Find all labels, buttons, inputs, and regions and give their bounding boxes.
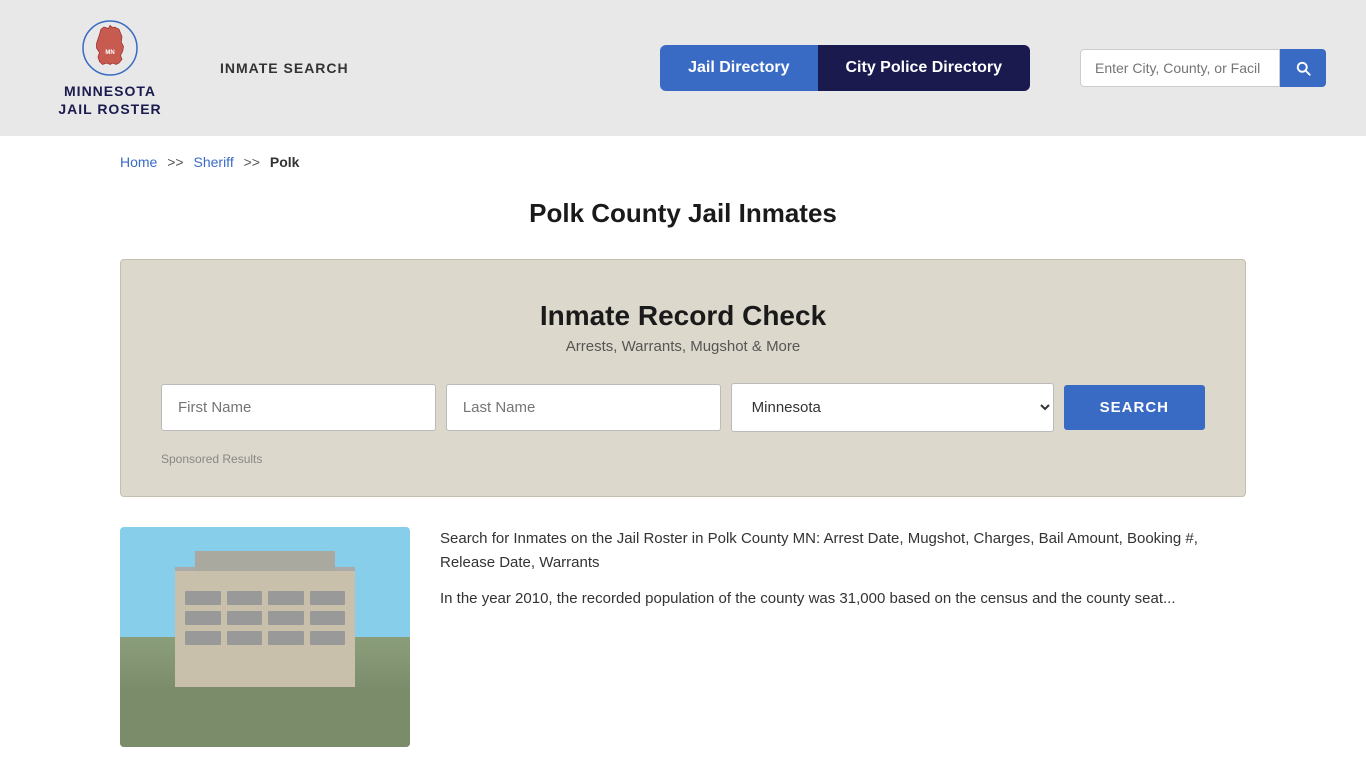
inmate-search-link[interactable]: INMATE SEARCH <box>220 60 349 76</box>
breadcrumb-sheriff[interactable]: Sheriff <box>194 154 234 170</box>
building <box>175 567 355 687</box>
ground <box>120 687 410 747</box>
header-search-button[interactable] <box>1280 49 1326 87</box>
record-check-search-button[interactable]: SEARCH <box>1064 385 1205 430</box>
jail-directory-button[interactable]: Jail Directory <box>660 45 817 91</box>
state-select[interactable]: AlabamaAlaskaArizonaArkansasCaliforniaCo… <box>731 383 1054 432</box>
record-check-card: Inmate Record Check Arrests, Warrants, M… <box>120 259 1246 497</box>
content-extra: In the year 2010, the recorded populatio… <box>440 587 1246 611</box>
record-check-title: Inmate Record Check <box>161 300 1205 332</box>
svg-text:MN: MN <box>105 50 114 56</box>
header: MN MINNESOTAJAIL ROSTER INMATE SEARCH Ja… <box>0 0 1366 136</box>
city-police-directory-button[interactable]: City Police Directory <box>818 45 1031 91</box>
page-title: Polk County Jail Inmates <box>0 198 1366 229</box>
breadcrumb-separator-2: >> <box>244 154 260 170</box>
record-check-subtitle: Arrests, Warrants, Mugshot & More <box>161 338 1205 355</box>
mn-logo-icon: MN <box>80 18 140 78</box>
breadcrumb-current: Polk <box>270 154 300 170</box>
header-search-input[interactable] <box>1080 49 1280 87</box>
content-section: Search for Inmates on the Jail Roster in… <box>120 527 1246 747</box>
nav-buttons: Jail Directory City Police Directory <box>660 45 1030 91</box>
last-name-input[interactable] <box>446 384 721 431</box>
search-icon <box>1294 59 1312 77</box>
first-name-input[interactable] <box>161 384 436 431</box>
breadcrumb: Home >> Sheriff >> Polk <box>0 136 1366 188</box>
record-check-form: AlabamaAlaskaArizonaArkansasCaliforniaCo… <box>161 383 1205 432</box>
logo-text: MINNESOTAJAIL ROSTER <box>58 82 161 118</box>
header-search-bar <box>1080 49 1326 87</box>
breadcrumb-home[interactable]: Home <box>120 154 157 170</box>
breadcrumb-separator-1: >> <box>167 154 183 170</box>
content-description: Search for Inmates on the Jail Roster in… <box>440 527 1246 575</box>
content-image <box>120 527 410 747</box>
logo-area: MN MINNESOTAJAIL ROSTER <box>40 18 180 118</box>
sponsored-text: Sponsored Results <box>161 452 1205 466</box>
content-text: Search for Inmates on the Jail Roster in… <box>440 527 1246 623</box>
